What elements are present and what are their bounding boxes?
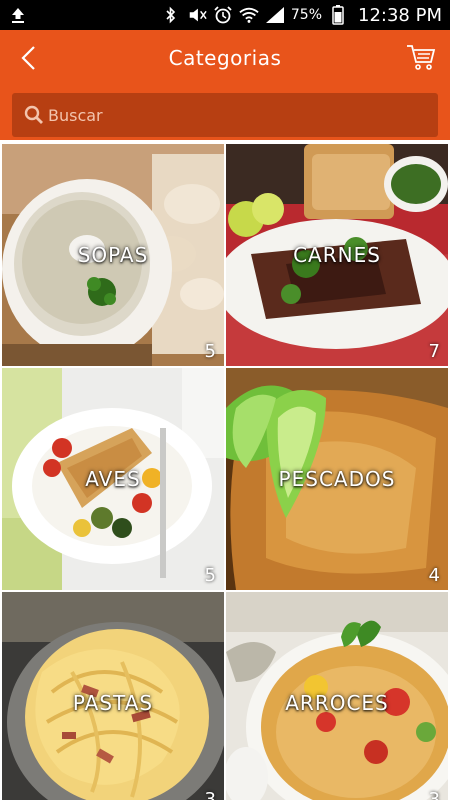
category-count: 3 [428,789,440,800]
category-count: 5 [204,565,216,586]
category-tile-aves[interactable]: AVES 5 [2,368,224,590]
alarm-icon [213,5,233,25]
category-label: CARNES [293,243,381,267]
bluetooth-icon [161,5,181,25]
mute-icon [187,5,207,25]
status-bar: 75% 12:38 PM [0,0,450,30]
category-tile-pastas[interactable]: PASTAS 3 [2,592,224,800]
cart-button[interactable] [404,42,438,76]
category-label: ARROCES [285,691,389,715]
category-tile-pescados[interactable]: PESCADOS 4 [226,368,448,590]
upload-icon [8,5,28,25]
category-label: PESCADOS [278,467,396,491]
page-title: Categorias [168,46,282,70]
search-icon [24,105,44,125]
category-label: AVES [85,467,141,491]
category-tile-arroces[interactable]: ARROCES 3 [226,592,448,800]
category-tile-sopas[interactable]: SOPAS 5 [2,144,224,366]
clock: 12:38 PM [358,4,442,26]
signal-icon [265,5,285,25]
battery-icon [328,5,348,25]
category-tile-carnes[interactable]: CARNES 7 [226,144,448,366]
search-input[interactable] [48,105,408,125]
cart-icon [406,43,436,75]
battery-percent: 75% [290,7,323,23]
app-bar: Categorias [0,30,450,140]
category-count: 4 [428,565,440,586]
category-count: 7 [428,341,440,362]
category-label: SOPAS [77,243,149,267]
search-bar[interactable] [12,93,438,137]
category-label: PASTAS [72,691,154,715]
category-count: 5 [204,341,216,362]
wifi-icon [239,5,259,25]
category-grid: SOPAS 5 CARNES 7 AVES 5 PESCADOS 4 PASTA… [0,142,450,800]
category-count: 3 [204,789,216,800]
